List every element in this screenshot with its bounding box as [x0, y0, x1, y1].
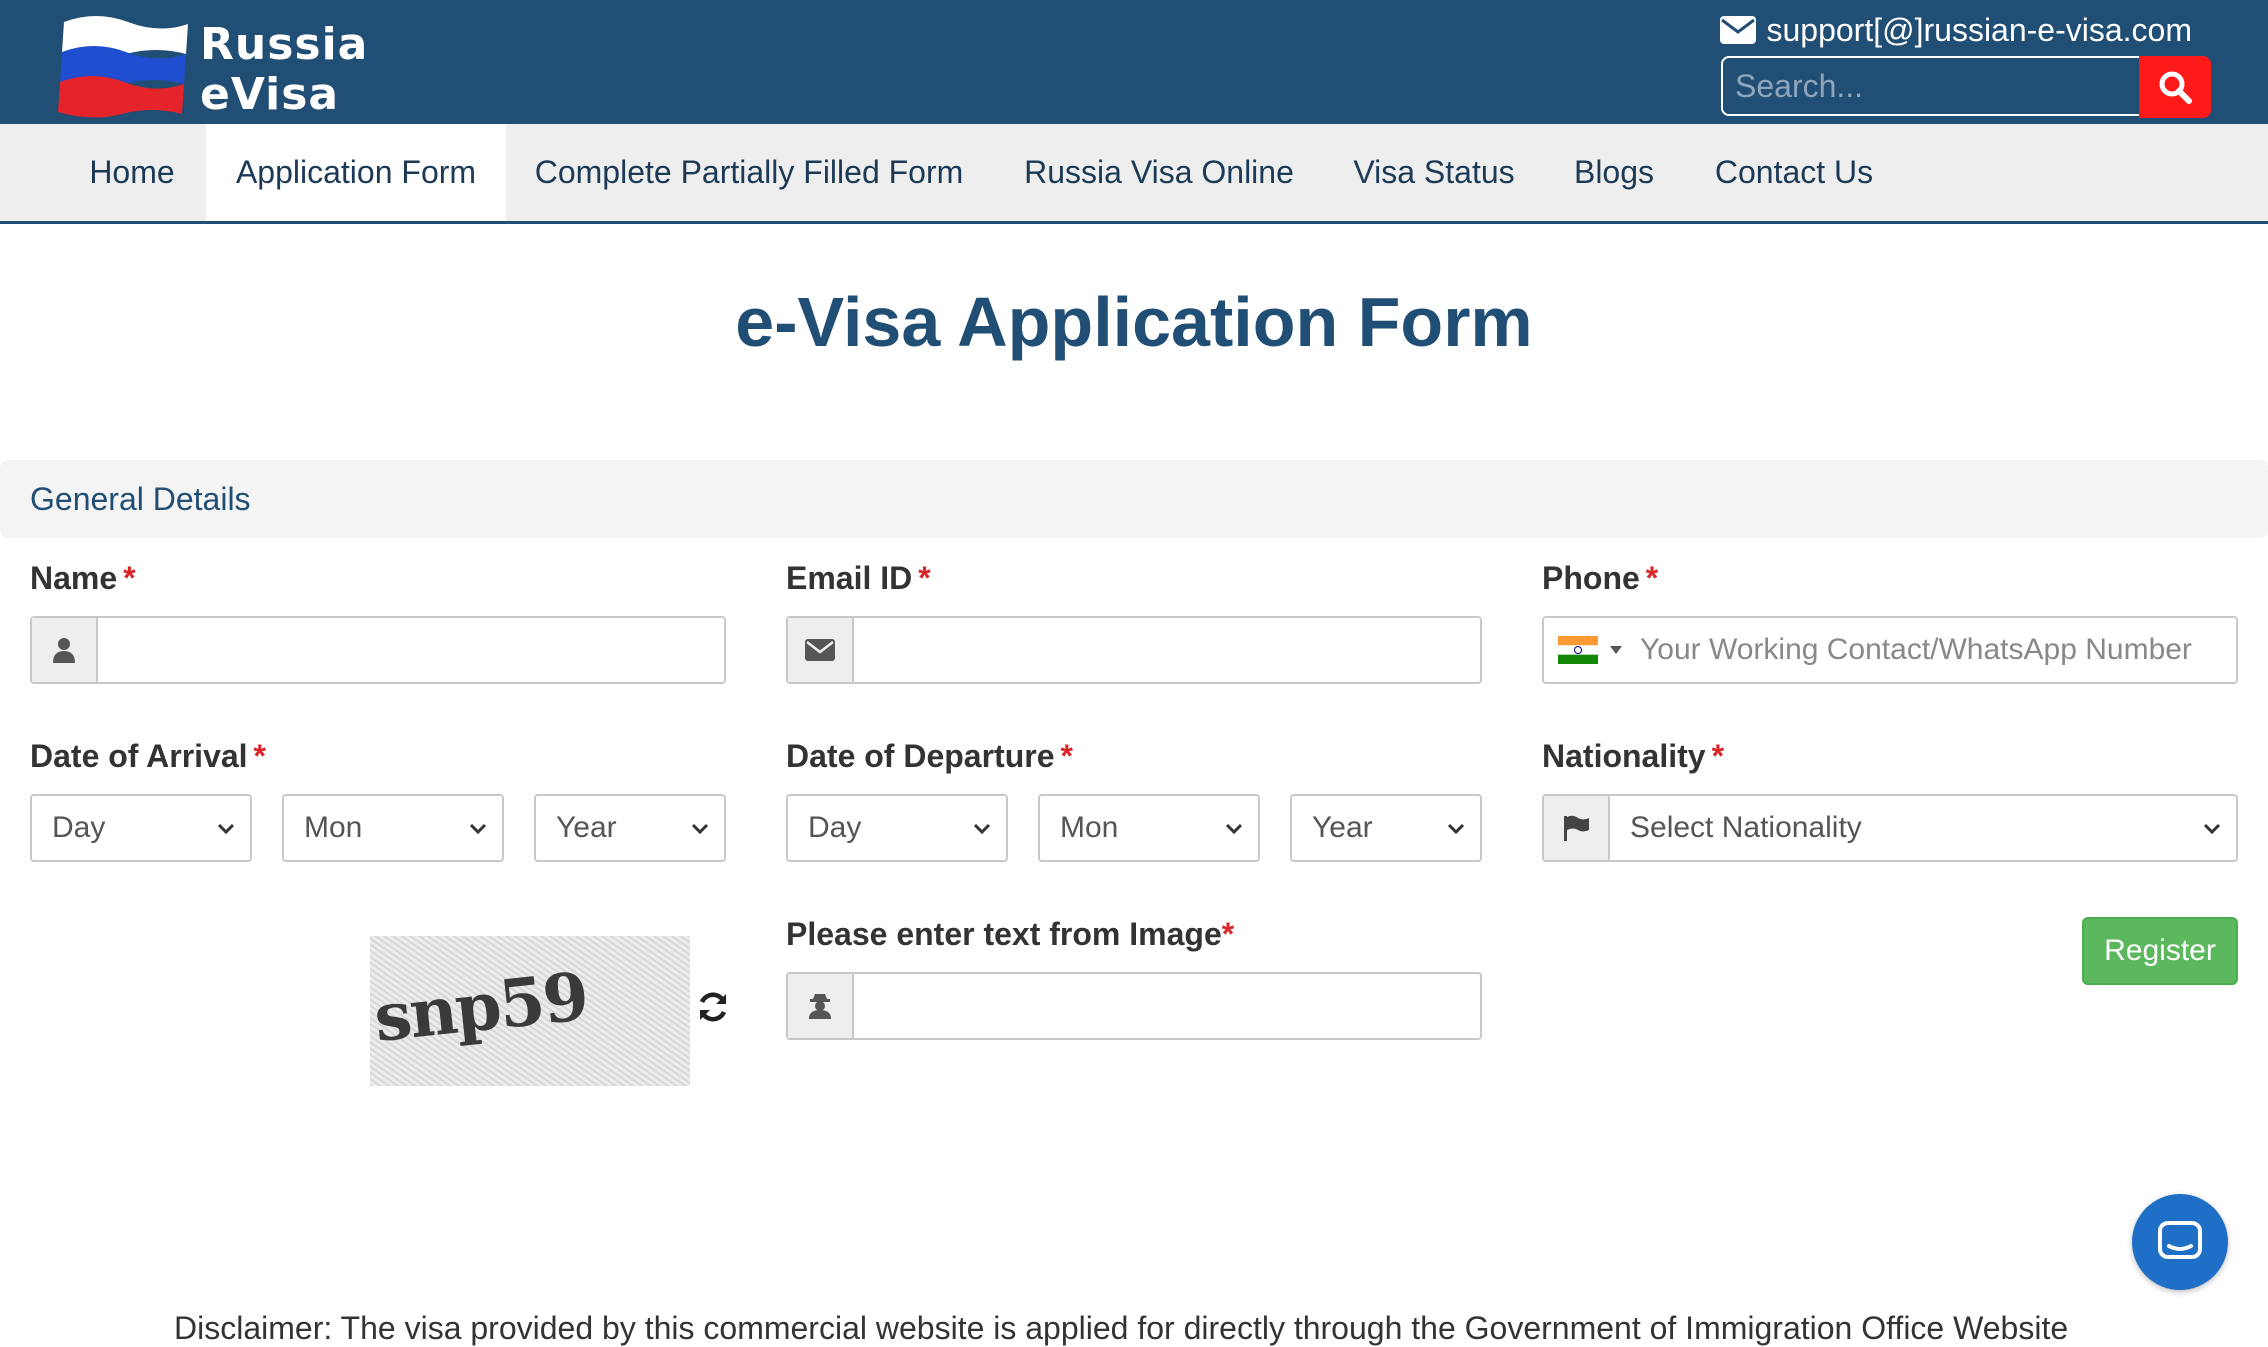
chevron-down-icon	[1225, 823, 1243, 835]
required-mark: *	[1711, 738, 1725, 774]
email-label: Email ID *	[786, 560, 931, 596]
disclaimer-text: Disclaimer: The visa provided by this co…	[174, 1310, 2069, 1346]
captcha-field-group	[786, 972, 1482, 1040]
search-input[interactable]	[1721, 56, 2139, 116]
nationality-label: Nationality *	[1542, 738, 1725, 774]
nav-item-complete-partially-filled-form[interactable]: Complete Partially Filled Form	[522, 124, 976, 221]
required-mark: *	[918, 560, 931, 596]
phone-field-group	[1542, 616, 2238, 684]
register-button[interactable]: Register	[2082, 917, 2238, 985]
captcha-image: snp59	[370, 936, 690, 1086]
chevron-down-icon	[1447, 823, 1465, 835]
departure-month-select[interactable]: Mon	[1038, 794, 1260, 862]
select-value: Select Nationality	[1630, 811, 1862, 844]
required-mark: *	[1645, 560, 1659, 596]
chevron-down-icon	[691, 823, 709, 835]
logo-line-1: Russia	[200, 19, 369, 70]
arrival-day-select[interactable]: Day	[30, 794, 252, 862]
nav-item-blogs[interactable]: Blogs	[1564, 124, 1664, 221]
phone-field[interactable]	[1622, 618, 2236, 682]
envelope-icon	[788, 618, 854, 682]
search-button[interactable]	[2139, 56, 2211, 118]
email-field-group	[786, 616, 1482, 684]
chevron-down-icon	[469, 823, 487, 835]
select-value: Mon	[1060, 811, 1119, 844]
search-form	[1721, 56, 2211, 120]
refresh-icon[interactable]	[696, 990, 730, 1024]
captcha-label: Please enter text from Image*	[786, 916, 1235, 952]
general-details-header: General Details	[0, 460, 2268, 538]
arrival-label: Date of Arrival *	[30, 738, 266, 774]
captcha-input[interactable]	[854, 974, 1480, 1038]
required-mark: *	[1060, 738, 1073, 774]
required-mark: *	[123, 560, 136, 596]
user-secret-icon	[788, 974, 854, 1038]
russia-flag-icon	[58, 16, 188, 118]
country-code-selector[interactable]	[1544, 618, 1622, 682]
top-header: Russia eVisa support[@]russian-e-visa.co…	[0, 0, 2268, 124]
nav-item-contact-us[interactable]: Contact Us	[1702, 124, 1886, 221]
name-label: Name *	[30, 560, 136, 596]
select-value: Day	[808, 811, 862, 844]
required-mark: *	[253, 738, 266, 774]
flag-icon	[1544, 796, 1610, 860]
page-title: e-Visa Application Form	[735, 283, 1533, 361]
nav-item-visa-status[interactable]: Visa Status	[1338, 124, 1530, 221]
arrival-year-select[interactable]: Year	[534, 794, 726, 862]
name-field[interactable]	[98, 618, 724, 682]
email-field[interactable]	[854, 618, 1480, 682]
support-email[interactable]: support[@]russian-e-visa.com	[1720, 8, 2192, 52]
india-flag-icon	[1558, 636, 1598, 664]
envelope-icon	[1720, 16, 1757, 44]
search-icon	[2159, 71, 2192, 104]
departure-year-select[interactable]: Year	[1290, 794, 1482, 862]
select-value: Year	[556, 811, 617, 844]
support-email-text: support[@]russian-e-visa.com	[1766, 11, 2192, 48]
departure-label: Date of Departure *	[786, 738, 1073, 774]
chat-widget-button[interactable]	[2132, 1194, 2228, 1290]
select-value: Day	[52, 811, 106, 844]
site-logo[interactable]: Russia eVisa	[56, 8, 386, 120]
chevron-down-icon	[2203, 823, 2221, 835]
chat-icon	[2158, 1221, 2202, 1259]
arrival-month-select[interactable]: Mon	[282, 794, 504, 862]
user-icon	[32, 618, 98, 682]
required-mark: *	[1221, 916, 1235, 952]
logo-line-2: eVisa	[200, 69, 340, 120]
main-nav: Home Application Form Complete Partially…	[0, 124, 2268, 224]
phone-label: Phone *	[1542, 560, 1659, 596]
select-value: Mon	[304, 811, 363, 844]
nationality-select[interactable]: Select Nationality	[1542, 794, 2238, 862]
nav-item-russia-visa-online[interactable]: Russia Visa Online	[1006, 124, 1312, 221]
select-value: Year	[1312, 811, 1373, 844]
nav-item-home[interactable]: Home	[62, 124, 202, 221]
chevron-down-icon	[973, 823, 991, 835]
nav-item-application-form[interactable]: Application Form	[206, 124, 506, 221]
section-title: General Details	[30, 481, 251, 517]
name-field-group	[30, 616, 726, 684]
chevron-down-icon	[217, 823, 235, 835]
departure-day-select[interactable]: Day	[786, 794, 1008, 862]
captcha-image-text: snp59	[370, 957, 591, 1057]
caret-down-icon	[1610, 646, 1622, 654]
